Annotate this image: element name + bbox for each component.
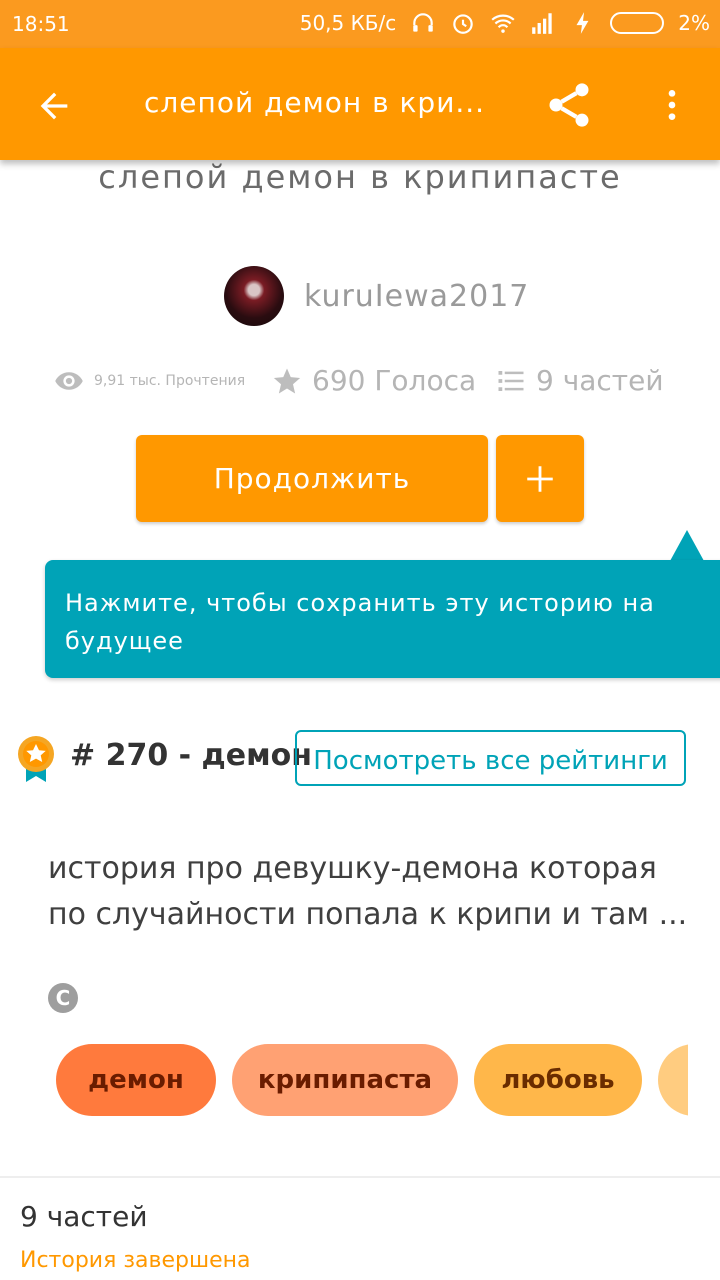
more-vert-icon	[668, 90, 676, 120]
status-time: 18:51	[12, 12, 70, 36]
tag-chip[interactable]: крипипаста	[232, 1044, 458, 1116]
votes-stat: 690 Голоса	[272, 364, 476, 397]
view-all-rankings-button[interactable]: Посмотреть все рейтинги	[295, 730, 686, 786]
copyright-icon: C	[48, 983, 78, 1013]
save-tooltip[interactable]: Нажмите, чтобы сохранить эту историю на …	[45, 560, 720, 678]
share-icon	[549, 83, 589, 127]
app-bar-title: слепой демон в кри...	[144, 86, 486, 119]
rank-text: # 270 - демон	[70, 738, 312, 773]
tooltip-arrow	[670, 530, 704, 561]
battery-icon	[610, 12, 665, 34]
share-button[interactable]	[540, 76, 598, 134]
add-to-library-button[interactable]	[496, 435, 584, 522]
parts-stat: 9 частей	[496, 364, 664, 397]
app-bar: слепой демон в кри...	[0, 48, 720, 160]
alarm-icon	[453, 14, 474, 34]
arrow-back-icon	[40, 92, 68, 120]
list-icon	[498, 370, 524, 391]
parts-count: 9 частей	[536, 364, 664, 397]
author-name[interactable]: kuruIewa2017	[304, 279, 529, 314]
reads-stat: 9,91 тыс. Прочтения	[54, 366, 245, 396]
table-of-contents-label[interactable]: 9 частей	[20, 1200, 148, 1233]
tag-list: демон крипипаста любовь	[56, 1044, 688, 1118]
ranking-badge-icon	[18, 736, 54, 782]
signal-icon	[532, 13, 552, 34]
battery-level: 2%	[678, 11, 710, 35]
tag-chip[interactable]: любовь	[474, 1044, 642, 1116]
votes-count: 690 Голоса	[312, 364, 477, 397]
completion-status: История завершена	[20, 1248, 251, 1273]
network-speed: 50,5 КБ/с	[299, 11, 397, 35]
section-divider	[0, 1176, 720, 1178]
wifi-icon	[491, 14, 515, 33]
headphones-icon	[413, 13, 434, 32]
charging-icon	[576, 12, 589, 34]
story-description[interactable]: история про девушку-демона которая по сл…	[48, 846, 688, 938]
reads-count: 9,91 тыс. Прочтения	[94, 373, 246, 389]
author-row[interactable]: kuruIewa2017	[224, 266, 529, 326]
story-title: слепой демон в крипипасте	[98, 158, 622, 196]
tag-chip[interactable]	[658, 1044, 688, 1116]
status-bar: 18:51 50,5 КБ/с 2%	[0, 0, 720, 48]
continue-reading-button[interactable]: Продолжить	[136, 435, 488, 522]
status-icons: 50,5 КБ/с 2%	[300, 10, 710, 36]
more-options-button[interactable]	[650, 76, 694, 134]
eye-icon	[55, 372, 83, 390]
tag-chip[interactable]: демон	[56, 1044, 216, 1116]
back-button[interactable]	[24, 76, 84, 136]
rank-row: # 270 - демон Посмотреть все рейтинги	[0, 730, 720, 790]
star-icon	[273, 368, 301, 393]
plus-icon	[527, 465, 553, 492]
author-avatar[interactable]	[224, 266, 284, 326]
story-stats: 9,91 тыс. Прочтения 690 Голоса 9 частей	[0, 360, 720, 410]
